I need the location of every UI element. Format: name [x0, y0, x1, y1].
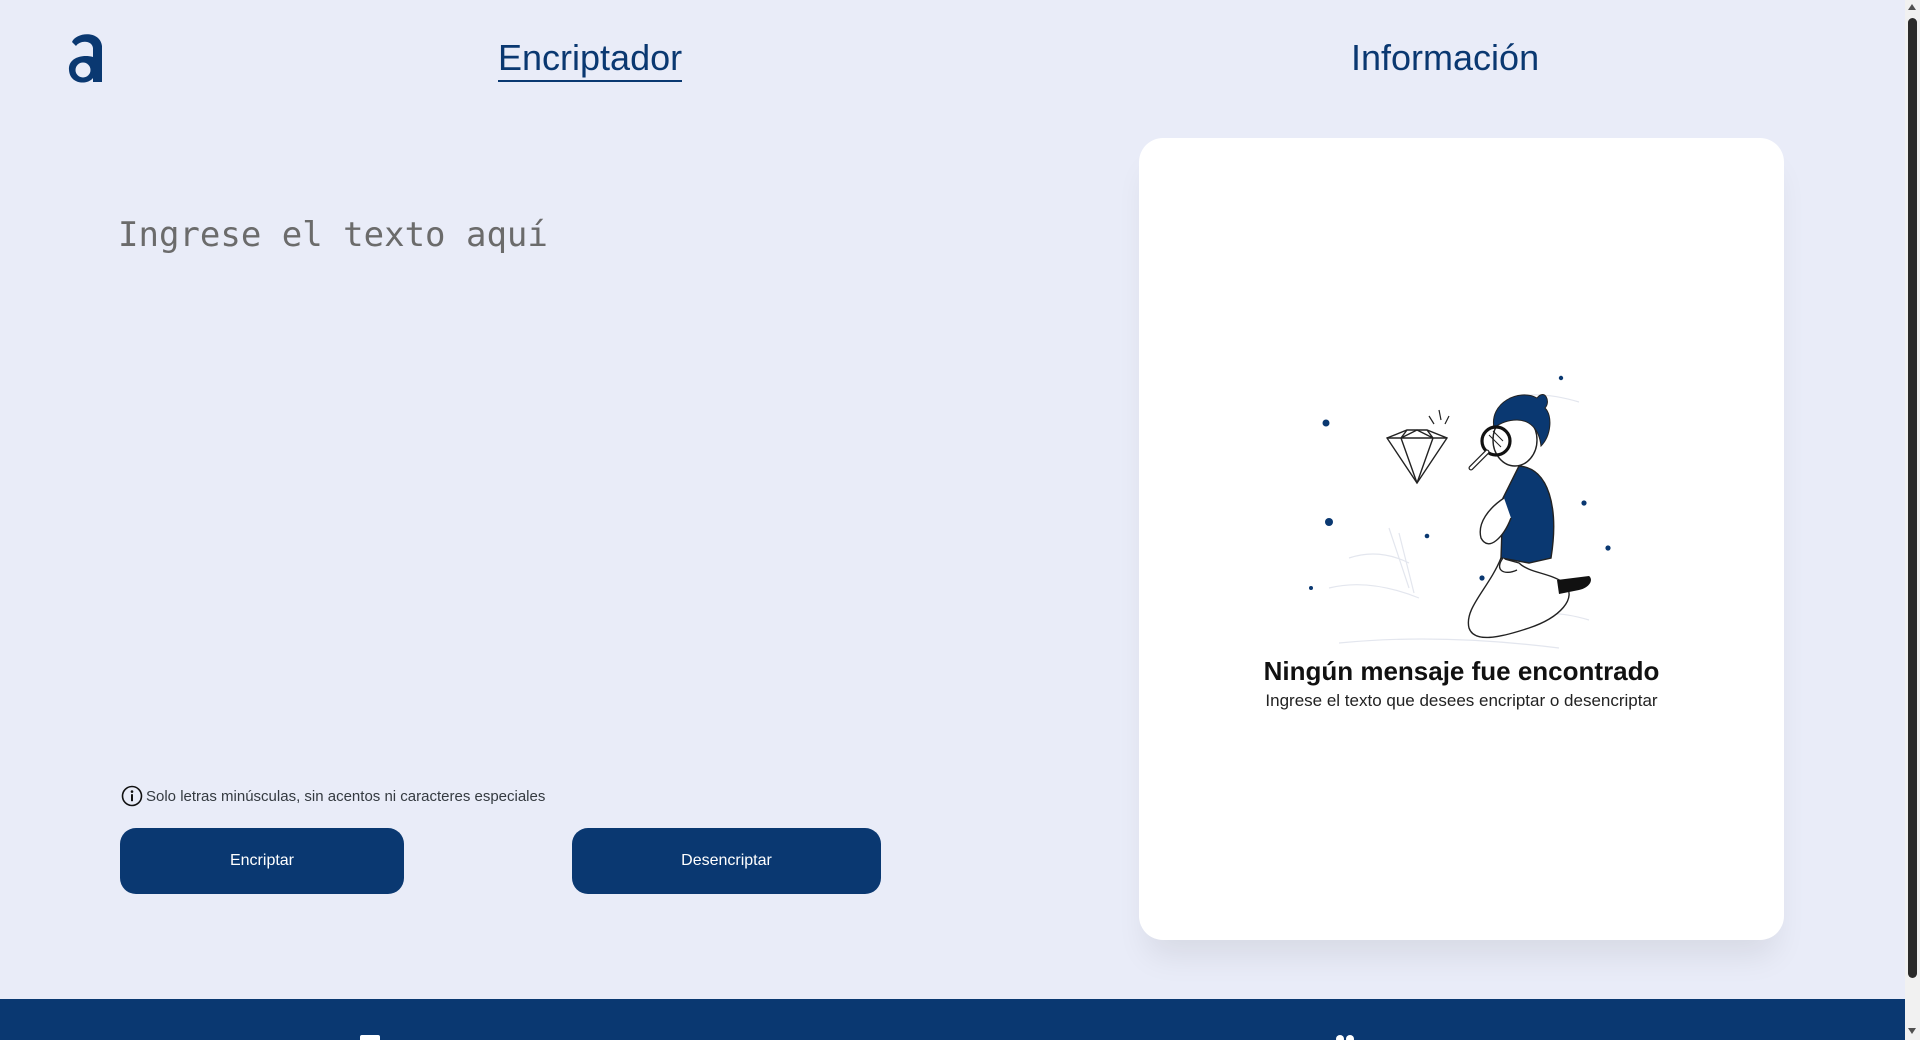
decrypt-button[interactable]: Desencriptar: [572, 828, 881, 894]
message-input[interactable]: [118, 215, 1018, 755]
scrollbar-thumb[interactable]: [1908, 18, 1917, 978]
page-scrollbar[interactable]: [1905, 0, 1920, 1040]
footer-social-icon[interactable]: [1334, 1034, 1356, 1040]
input-hint: Solo letras minúsculas, sin acentos ni c…: [121, 785, 545, 807]
nav-encriptador-link[interactable]: Encriptador: [498, 36, 683, 82]
encrypt-button[interactable]: Encriptar: [120, 828, 404, 894]
empty-state-title: Ningún mensaje fue encontrado: [1263, 656, 1660, 686]
page: Encriptador Información Solo letras minú…: [0, 0, 1920, 1040]
person-magnifying-glass-illustration: [1309, 375, 1611, 649]
hint-text: Solo letras minúsculas, sin acentos ni c…: [146, 787, 546, 805]
output-card: Ningún mensaje fue encontrado Ingrese el…: [1139, 138, 1784, 940]
info-icon: [121, 785, 143, 807]
alura-logo-icon[interactable]: [66, 30, 106, 86]
empty-state-subtitle: Ingrese el texto que desees encriptar o …: [1265, 691, 1658, 710]
scroll-down-arrow-icon[interactable]: [1908, 1028, 1916, 1034]
nav-informacion-link[interactable]: Información: [1351, 36, 1539, 80]
footer: [0, 999, 1905, 1040]
footer-link-icon[interactable]: [360, 1035, 380, 1040]
scroll-up-arrow-icon[interactable]: [1908, 4, 1916, 10]
